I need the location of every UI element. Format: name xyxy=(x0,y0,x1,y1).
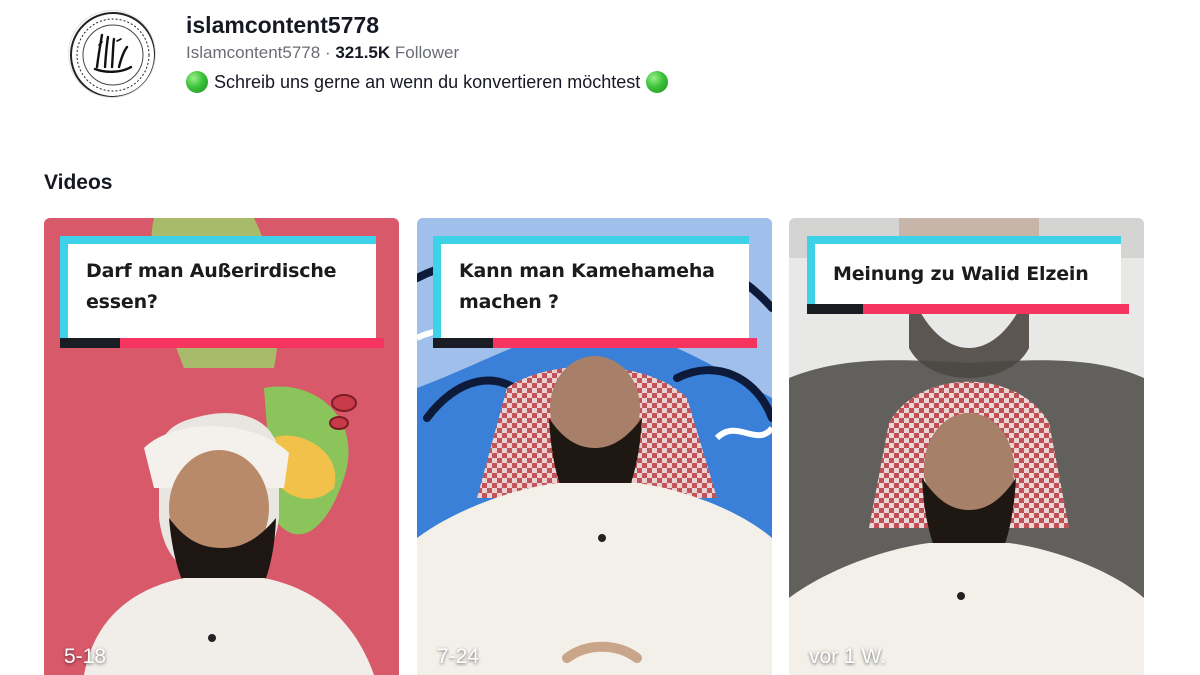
caption-frame: Kann man Kamehameha machen ? xyxy=(433,236,757,351)
section-title-videos: Videos xyxy=(44,171,113,194)
video-timestamp: 5-18 xyxy=(64,645,107,668)
green-circle-icon xyxy=(186,71,208,93)
video-timestamp: vor 1 W. xyxy=(809,645,887,668)
follower-label: Follower xyxy=(394,43,460,62)
video-caption: Kann man Kamehameha machen ? xyxy=(441,244,749,338)
green-circle-icon xyxy=(646,71,669,93)
video-timestamp: 7-24 xyxy=(437,645,480,668)
profile-bio: Schreib uns gerne an wenn du konvertiere… xyxy=(186,68,669,96)
follower-count: 321.5K xyxy=(335,43,391,62)
caption-frame: Darf man Außerirdische essen? xyxy=(60,236,384,351)
allah-calligraphy-icon xyxy=(70,12,155,97)
video-caption: Meinung zu Walid Elzein xyxy=(815,244,1121,304)
caption-frame: Meinung zu Walid Elzein xyxy=(807,236,1129,318)
profile-subline: Islamcontent5778 · 321.5K Follower xyxy=(186,40,668,66)
video-card[interactable]: Meinung zu Walid Elzein vor 1 W. xyxy=(789,218,1144,675)
profile-username[interactable]: islamcontent5778 xyxy=(186,10,668,40)
video-grid: Darf man Außerirdische essen? 5-18 Kann … xyxy=(44,218,1144,675)
bio-text: Schreib uns gerne an wenn du konvertiere… xyxy=(214,72,641,92)
separator-dot: · xyxy=(324,43,331,62)
avatar[interactable] xyxy=(68,10,156,98)
profile-handle[interactable]: Islamcontent5778 xyxy=(186,43,320,62)
video-card[interactable]: Darf man Außerirdische essen? 5-18 xyxy=(44,218,399,675)
video-card[interactable]: Kann man Kamehameha machen ? 7-24 xyxy=(417,218,772,675)
video-caption: Darf man Außerirdische essen? xyxy=(68,244,376,338)
profile-header: islamcontent5778 Islamcontent5778 · 321.… xyxy=(64,6,1144,106)
